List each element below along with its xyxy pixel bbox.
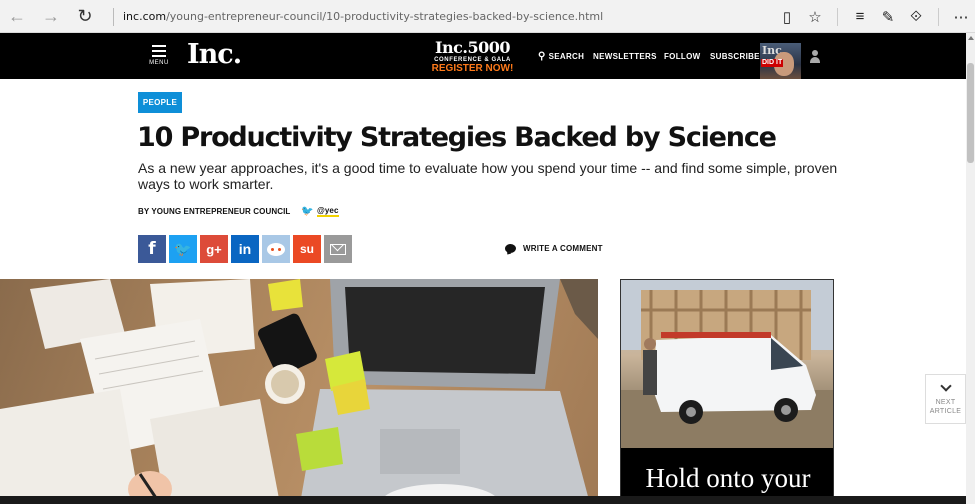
comment-bubble-icon xyxy=(505,244,516,253)
promo-title: Inc.5000 xyxy=(435,38,510,57)
magazine-cover-text: DID IT xyxy=(761,59,784,67)
share-bar: f 🐦 g+ in su xyxy=(138,235,355,263)
subscribe-link[interactable]: SUBSCRIBE xyxy=(710,33,760,79)
reading-view-icon[interactable]: ▯ xyxy=(773,0,801,33)
article-headline: 10 Productivity Strategies Backed by Sci… xyxy=(137,122,777,153)
google-plus-icon: g+ xyxy=(206,241,222,257)
google-plus-share-button[interactable]: g+ xyxy=(200,235,228,263)
share-icon[interactable]: ⟐ xyxy=(902,0,930,33)
promo-cta: REGISTER NOW! xyxy=(431,63,514,74)
magazine-cover[interactable]: Inc DID IT xyxy=(760,43,801,79)
next-article-button[interactable]: NEXT ARTICLE xyxy=(925,374,966,424)
url-host: inc.com xyxy=(123,10,167,23)
url-path: /young-entrepreneur-council/10-productiv… xyxy=(166,10,604,23)
email-icon xyxy=(330,243,346,255)
ad-headline: Hold onto your xyxy=(645,463,811,493)
next-article-label-1: NEXT xyxy=(935,399,956,406)
forward-icon[interactable]: → xyxy=(34,0,68,33)
scroll-up-icon[interactable] xyxy=(968,36,974,40)
reddit-share-button[interactable] xyxy=(262,235,290,263)
twitter-handle[interactable]: @yec xyxy=(316,206,339,217)
search-link[interactable]: ⚲ SEARCH xyxy=(538,33,584,79)
user-account-icon[interactable] xyxy=(809,50,821,64)
browser-toolbar: ← → ↻ inc.com/young-entrepreneur-council… xyxy=(0,0,975,33)
stumbleupon-share-button[interactable]: su xyxy=(293,235,321,263)
article-dek: As a new year approaches, it's a good ti… xyxy=(138,160,838,192)
ad-van-image xyxy=(621,280,833,448)
address-bar[interactable]: inc.com/young-entrepreneur-council/10-pr… xyxy=(113,0,603,33)
menu-label: MENU xyxy=(149,60,169,66)
refresh-icon[interactable]: ↻ xyxy=(68,0,102,33)
twitter-share-button[interactable]: 🐦 xyxy=(169,235,197,263)
next-article-label-2: ARTICLE xyxy=(929,408,962,415)
write-comment-label: WRITE A COMMENT xyxy=(523,244,603,253)
linkedin-share-button[interactable]: in xyxy=(231,235,259,263)
hamburger-icon xyxy=(146,45,172,57)
back-icon[interactable]: ← xyxy=(0,0,34,33)
byline: BY YOUNG ENTREPRENEUR COUNCIL 🐦 @yec xyxy=(138,206,339,217)
stumbleupon-icon: su xyxy=(299,242,314,256)
toolbar-divider xyxy=(938,7,939,26)
chevron-down-icon xyxy=(939,380,952,392)
twitter-icon: 🐦 xyxy=(174,240,192,257)
newsletters-link[interactable]: NEWSLETTERS xyxy=(593,33,657,79)
reddit-icon xyxy=(267,242,285,256)
linkedin-icon: in xyxy=(238,241,252,257)
advertisement[interactable]: Hold onto your xyxy=(620,279,834,504)
web-note-icon[interactable]: ✎ xyxy=(874,0,902,33)
site-header: MENU Inc. Inc.5000 CONFERENCE & GALA REG… xyxy=(0,33,966,79)
follow-link[interactable]: FOLLOW xyxy=(664,33,700,79)
address-separator xyxy=(113,7,114,26)
twitter-bird-icon: 🐦 xyxy=(301,206,314,217)
author-name[interactable]: BY YOUNG ENTREPRENEUR COUNCIL xyxy=(138,207,290,216)
hub-icon[interactable]: ≡ xyxy=(846,0,874,33)
scrollbar-thumb[interactable] xyxy=(967,63,974,163)
search-icon: ⚲ xyxy=(538,50,546,62)
van-scene-illustration xyxy=(621,280,833,448)
search-label: SEARCH xyxy=(548,51,585,61)
page-scrollbar[interactable] xyxy=(966,33,975,504)
desk-scene-illustration xyxy=(0,279,598,504)
article-hero-image xyxy=(0,279,598,504)
facebook-share-button[interactable]: f xyxy=(138,235,166,263)
bottom-taskbar-strip xyxy=(0,496,966,504)
favorite-star-icon[interactable]: ☆ xyxy=(801,0,829,33)
facebook-icon: f xyxy=(148,239,156,259)
write-comment-link[interactable]: WRITE A COMMENT xyxy=(505,244,603,253)
inc5000-promo[interactable]: Inc.5000 CONFERENCE & GALA REGISTER NOW! xyxy=(430,40,515,74)
toolbar-divider xyxy=(837,7,838,26)
menu-button[interactable]: MENU xyxy=(146,45,172,66)
more-icon[interactable]: ⋯ xyxy=(947,0,975,33)
email-share-button[interactable] xyxy=(324,235,352,263)
category-tag[interactable]: PEOPLE xyxy=(138,92,182,113)
inc-logo[interactable]: Inc. xyxy=(187,39,242,70)
